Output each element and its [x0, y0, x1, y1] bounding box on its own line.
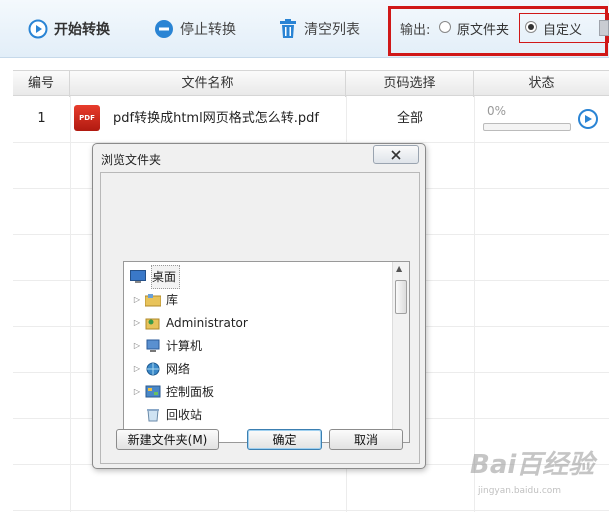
expand-icon[interactable]: ▷ [132, 358, 142, 380]
row-progress-text: 0% [487, 104, 507, 118]
tree-item-label: 库 [166, 293, 179, 307]
cancel-button[interactable]: 取消 [329, 429, 403, 450]
tree-item-label: 网络 [166, 362, 191, 376]
tree-item-label: 回收站 [166, 408, 203, 422]
scroll-thumb[interactable] [395, 280, 407, 314]
tree-item-label: 桌面 [151, 265, 181, 289]
expand-icon[interactable]: ▷ [132, 381, 142, 403]
table-header: 编号 文件名称 页码选择 状态 [13, 70, 609, 97]
tree-item-library[interactable]: ▷ 库 [132, 289, 178, 311]
new-folder-button[interactable]: 新建文件夹(M) [116, 429, 219, 450]
pdf-file-icon: PDF [74, 105, 100, 131]
radio-custom-label[interactable]: 自定义 [543, 19, 582, 38]
expand-icon[interactable]: ▷ [132, 335, 142, 357]
grid-line [13, 510, 609, 511]
network-icon [145, 362, 161, 376]
column-header-status: 状态 [528, 76, 555, 91]
play-circle-icon [28, 19, 48, 39]
radio-original-folder[interactable] [439, 21, 451, 33]
pdf-icon-text: PDF [79, 114, 95, 122]
tree-item-label: 控制面板 [166, 385, 215, 399]
row-index: 1 [37, 111, 46, 126]
browse-folder-dialog: 浏览文件夹 桌面 ▷ 库 ▷ Administrator ▷ 计算机 ▷ 网络 … [92, 143, 426, 469]
library-icon [145, 293, 161, 307]
folder-tree[interactable]: 桌面 ▷ 库 ▷ Administrator ▷ 计算机 ▷ 网络 ▷ 控制面板… [123, 261, 410, 445]
column-header-filename: 文件名称 [70, 71, 346, 97]
browse-folder-icon[interactable] [599, 20, 609, 36]
dialog-body: 桌面 ▷ 库 ▷ Administrator ▷ 计算机 ▷ 网络 ▷ 控制面板… [100, 172, 420, 464]
tree-item-control-panel[interactable]: ▷ 控制面板 [132, 381, 214, 403]
grid-line [70, 96, 71, 512]
column-header-pages: 页码选择 [346, 71, 474, 97]
row-play-button[interactable] [578, 109, 598, 129]
row-progress-bar [483, 123, 571, 131]
column-header-index: 编号 [13, 71, 70, 97]
recycle-bin-icon [145, 408, 161, 422]
tree-item-computer[interactable]: ▷ 计算机 [132, 335, 202, 357]
baidu-watermark-url: jingyan.baidu.com [478, 486, 562, 496]
play-icon [585, 115, 592, 123]
clear-list-label: 清空列表 [304, 22, 360, 38]
start-convert-label: 开始转换 [54, 22, 110, 38]
stop-convert-label: 停止转换 [180, 22, 236, 38]
clear-list-button[interactable]: 清空列表 [278, 16, 360, 42]
table-row[interactable]: 1 PDF pdf转换成html网页格式怎么转.pdf 全部 0% [13, 96, 609, 142]
tree-item-administrator[interactable]: ▷ Administrator [132, 312, 248, 334]
desktop-icon [130, 270, 146, 284]
toolbar: 开始转换 停止转换 清空列表 输出: 原文件夹 自定义 [0, 0, 609, 58]
tree-item-label: 计算机 [166, 339, 203, 353]
close-icon [391, 149, 401, 160]
row-filename: pdf转换成html网页格式怎么转.pdf [113, 111, 319, 126]
user-folder-icon [145, 316, 161, 330]
trash-icon [278, 19, 298, 39]
expand-icon[interactable]: ▷ [132, 289, 142, 311]
radio-original-folder-label[interactable]: 原文件夹 [457, 19, 509, 38]
scroll-up-icon[interactable]: ▲ [396, 264, 402, 273]
dialog-title: 浏览文件夹 [101, 153, 162, 167]
tree-item-network[interactable]: ▷ 网络 [132, 358, 190, 380]
stop-circle-icon [154, 19, 174, 39]
tree-item-desktop[interactable]: 桌面 [130, 265, 181, 289]
baidu-watermark: Bai百经验 [470, 450, 595, 480]
row-pages[interactable]: 全部 [346, 96, 474, 142]
start-convert-button[interactable]: 开始转换 [28, 16, 110, 42]
stop-convert-button[interactable]: 停止转换 [154, 16, 236, 42]
control-panel-icon [145, 385, 161, 399]
dialog-close-button[interactable] [373, 145, 419, 164]
ok-button[interactable]: 确定 [247, 429, 322, 450]
expand-icon[interactable]: ▷ [132, 312, 142, 334]
output-label: 输出: [400, 23, 431, 38]
radio-custom[interactable] [525, 21, 537, 33]
tree-item-recycle-bin[interactable]: 回收站 [145, 404, 202, 426]
tree-item-label: Administrator [166, 316, 248, 330]
computer-icon [145, 339, 161, 353]
folder-tree-scrollbar[interactable]: ▲ ▼ [392, 262, 409, 442]
